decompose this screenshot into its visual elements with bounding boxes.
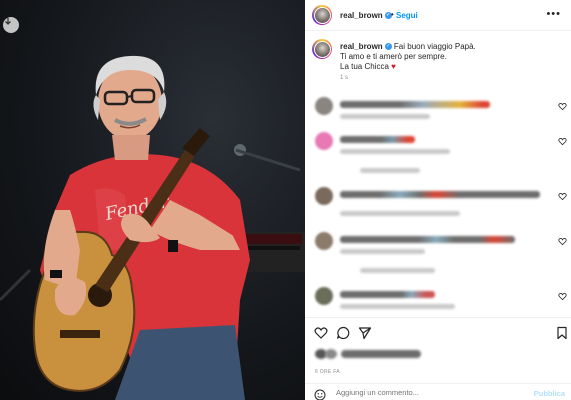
comment-text	[340, 136, 415, 143]
red-heart-emoji: ♥	[391, 62, 396, 71]
commenter-avatar[interactable]	[315, 132, 333, 150]
caption-text: real_brown ✓ Fai buon viaggio Papà. Ti am…	[340, 42, 560, 72]
avatar[interactable]	[312, 5, 332, 25]
like-comment-icon[interactable]	[558, 292, 567, 301]
post-sidebar: real_brown ✓ • Segui ••• real_brown ✓ Fai …	[305, 0, 571, 400]
follow-button[interactable]: Segui	[396, 11, 418, 20]
caption-time: 1 s	[340, 75, 349, 81]
post-actions: 6 ORE FA Pubblica	[305, 317, 571, 400]
like-comment-icon[interactable]	[558, 137, 567, 146]
commenter-avatar[interactable]	[315, 187, 333, 205]
comment-text	[340, 101, 490, 108]
like-comment-icon[interactable]	[558, 192, 567, 201]
likes-text	[341, 350, 421, 358]
comment-meta	[340, 149, 450, 154]
like-comment-icon[interactable]	[558, 237, 567, 246]
comment-icon[interactable]	[336, 326, 350, 340]
comment-item	[305, 285, 571, 319]
comment-meta	[340, 304, 455, 309]
comment-text	[340, 291, 435, 298]
comment-meta	[340, 249, 425, 254]
caption-line-1: Fai buon viaggio Papà.	[393, 42, 476, 51]
post-time: 6 ORE FA	[315, 369, 340, 375]
verified-badge-icon: ✓	[384, 43, 392, 51]
post-photo[interactable]: Fender	[0, 0, 305, 400]
download-icon[interactable]	[3, 17, 19, 33]
separator-dot: •	[391, 10, 394, 19]
caption-line-2: Ti amo e ti amerò per sempre.	[340, 52, 447, 61]
comment-meta	[340, 211, 460, 216]
like-comment-icon[interactable]	[558, 102, 567, 111]
view-replies[interactable]	[360, 268, 435, 273]
heart-icon[interactable]	[314, 326, 328, 340]
commenter-avatar[interactable]	[315, 232, 333, 250]
share-icon[interactable]	[358, 326, 372, 340]
comment-item	[305, 185, 571, 219]
liker-avatar	[325, 349, 337, 359]
commenter-avatar[interactable]	[315, 287, 333, 305]
publish-button[interactable]: Pubblica	[534, 389, 565, 398]
more-options-icon[interactable]: •••	[546, 8, 561, 20]
caption-line-3: La tua Chicca	[340, 62, 389, 71]
comment-text	[340, 191, 540, 198]
post-header: real_brown ✓ • Segui •••	[305, 0, 571, 31]
add-comment-bar: Pubblica	[305, 383, 571, 400]
comment-meta	[340, 114, 430, 119]
comment-item	[305, 230, 571, 264]
comment-item	[305, 130, 571, 164]
view-replies[interactable]	[360, 168, 420, 173]
bookmark-icon[interactable]	[555, 326, 569, 340]
comment-text	[340, 236, 515, 243]
caption-avatar[interactable]	[312, 39, 332, 59]
username-link[interactable]: real_brown ✓	[340, 11, 392, 20]
smiley-icon[interactable]	[314, 389, 326, 400]
caption-username[interactable]: real_brown	[340, 42, 383, 51]
likes-summary[interactable]	[315, 349, 425, 359]
comment-input[interactable]	[336, 388, 506, 397]
comment-item	[305, 95, 571, 129]
commenter-avatar[interactable]	[315, 97, 333, 115]
guitarist-photo: Fender	[0, 55, 305, 400]
